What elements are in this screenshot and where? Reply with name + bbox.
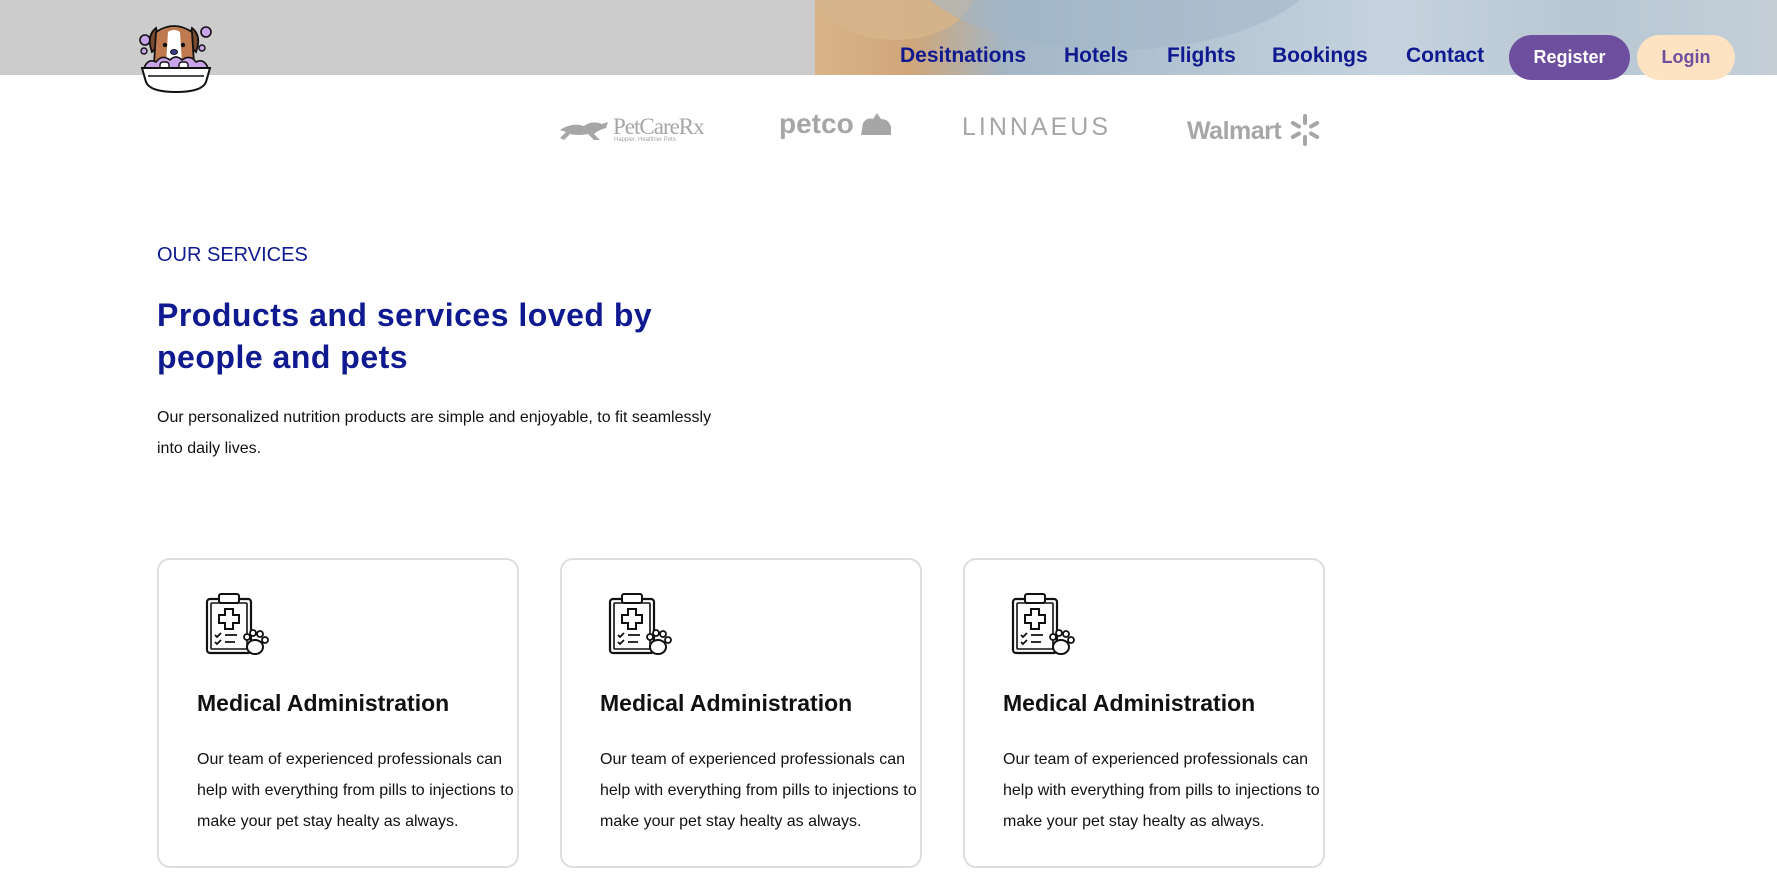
nav-hotels[interactable]: Hotels bbox=[1064, 44, 1128, 68]
nav-flights[interactable]: Flights bbox=[1167, 44, 1236, 68]
services-intro: Our personalized nutrition products are … bbox=[157, 409, 712, 457]
service-card[interactable]: Medical Administration Our team of exper… bbox=[157, 558, 519, 868]
medical-clipboard-paw-icon bbox=[1011, 593, 1075, 655]
service-card-body: Our team of experienced professionals ca… bbox=[197, 751, 514, 830]
petcarerx-logo: PetCareRx Happier. Healthier Pets. bbox=[558, 112, 710, 146]
walmart-logo: Walmart bbox=[1187, 113, 1320, 147]
login-button[interactable]: Login bbox=[1637, 35, 1735, 80]
service-card[interactable]: Medical Administration Our team of exper… bbox=[560, 558, 922, 868]
nav-bookings[interactable]: Bookings bbox=[1272, 44, 1368, 68]
walmart-spark-icon bbox=[1290, 114, 1319, 146]
service-card-body: Our team of experienced professionals ca… bbox=[1003, 751, 1320, 830]
service-card-title: Medical Administration bbox=[1003, 690, 1256, 716]
petco-dog-icon bbox=[861, 113, 892, 135]
petco-wordmark: petco bbox=[779, 108, 854, 139]
dog-in-bathtub-logo-icon[interactable] bbox=[136, 18, 216, 98]
hero-shape bbox=[905, 0, 1325, 50]
medical-clipboard-paw-icon bbox=[608, 593, 672, 655]
service-card-body: Our team of experienced professionals ca… bbox=[600, 751, 917, 830]
running-dog-icon bbox=[560, 122, 608, 140]
petco-logo: petco bbox=[779, 108, 893, 140]
service-card[interactable]: Medical Administration Our team of exper… bbox=[963, 558, 1325, 868]
nav-destinations[interactable]: Desitnations bbox=[900, 44, 1026, 68]
register-button[interactable]: Register bbox=[1509, 35, 1630, 80]
service-card-title: Medical Administration bbox=[600, 690, 853, 716]
nav-contact[interactable]: Contact bbox=[1406, 44, 1484, 68]
walmart-wordmark: Walmart bbox=[1187, 117, 1282, 145]
linnaeus-logo: LINNAEUS bbox=[962, 113, 1112, 141]
medical-clipboard-paw-icon bbox=[205, 593, 269, 655]
petcarerx-tagline: Happier. Healthier Pets. bbox=[614, 137, 678, 143]
service-card-title: Medical Administration bbox=[197, 690, 450, 716]
services-headline: Products and services loved by people an… bbox=[157, 297, 653, 375]
services-eyebrow: OUR SERVICES bbox=[157, 244, 308, 266]
